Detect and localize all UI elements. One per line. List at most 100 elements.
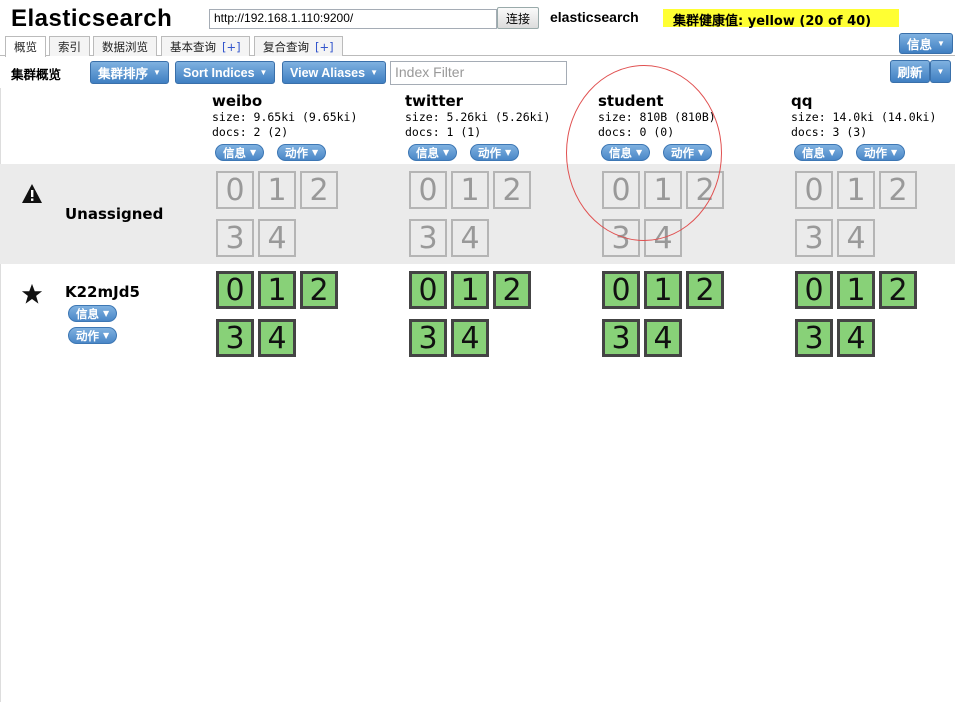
unassigned-shard[interactable]: 4 (451, 219, 489, 257)
button-label: 信息 (76, 306, 99, 321)
index-docs: docs: 0 (0) (598, 125, 675, 139)
cluster-health-badge: 集群健康值: yellow (20 of 40) (663, 9, 899, 29)
index-name: qq (791, 92, 813, 110)
index-header-weibo: weibo size: 9.65ki (9.65ki) docs: 2 (2) (212, 92, 402, 140)
primary-shard[interactable]: 4 (837, 319, 875, 357)
unassigned-shard[interactable]: 4 (258, 219, 296, 257)
primary-shard[interactable]: 3 (602, 319, 640, 357)
caret-down-icon: ▼ (259, 68, 268, 77)
unassigned-shard[interactable]: 3 (795, 219, 833, 257)
index-docs: docs: 1 (1) (405, 125, 482, 139)
button-label: 动作 (76, 328, 99, 343)
index-size: size: 810B (810B) (598, 110, 716, 124)
index-info-button[interactable]: 信息 ▼ (215, 144, 265, 161)
tab-label: 复合查询 (263, 40, 309, 54)
tab-add-query[interactable]: [+] (222, 40, 241, 54)
index-action-button[interactable]: 动作 ▼ (856, 144, 906, 161)
view-aliases-button[interactable]: View Aliases ▼ (282, 61, 386, 84)
caret-down-icon: ▼ (698, 148, 705, 157)
sort-cluster-button[interactable]: 集群排序 ▼ (90, 61, 169, 84)
unassigned-shard[interactable]: 3 (602, 219, 640, 257)
refresh-dropdown-button[interactable]: ▼ (930, 60, 951, 83)
primary-shard[interactable]: 3 (409, 319, 447, 357)
caret-down-icon: ▼ (250, 148, 257, 157)
node-action-button[interactable]: 动作 ▼ (68, 327, 118, 344)
index-action-button[interactable]: 动作 ▼ (663, 144, 713, 161)
unassigned-shard[interactable]: 4 (837, 219, 875, 257)
warning-icon (21, 183, 43, 210)
refresh-button[interactable]: 刷新 (890, 60, 930, 83)
index-action-button[interactable]: 动作 ▼ (277, 144, 327, 161)
unassigned-shard[interactable]: 2 (879, 171, 917, 209)
primary-shard[interactable]: 0 (409, 271, 447, 309)
tab-basic-query[interactable]: 基本查询 [+] (161, 36, 250, 56)
primary-shard[interactable]: 0 (602, 271, 640, 309)
index-info-button[interactable]: 信息 ▼ (601, 144, 651, 161)
info-menu-label: 信息 (907, 38, 933, 52)
index-docs: docs: 2 (2) (212, 125, 289, 139)
index-info-button[interactable]: 信息 ▼ (408, 144, 458, 161)
caret-down-icon: ▼ (103, 309, 110, 318)
button-label: 动作 (478, 145, 501, 160)
unassigned-shard[interactable]: 2 (300, 171, 338, 209)
unassigned-shard[interactable]: 0 (216, 171, 254, 209)
tab-browser[interactable]: 数据浏览 (93, 36, 157, 56)
tab-label: 数据浏览 (102, 40, 148, 54)
unassigned-shard[interactable]: 1 (837, 171, 875, 209)
unassigned-shard[interactable]: 3 (409, 219, 447, 257)
primary-shard[interactable]: 2 (879, 271, 917, 309)
primary-shard[interactable]: 2 (300, 271, 338, 309)
tab-compound-query[interactable]: 复合查询 [+] (254, 36, 343, 56)
unassigned-shard[interactable]: 0 (409, 171, 447, 209)
unassigned-shard[interactable]: 2 (493, 171, 531, 209)
index-filter-input[interactable]: Index Filter (390, 61, 567, 85)
caret-down-icon: ▼ (936, 67, 945, 76)
primary-shard[interactable]: 1 (258, 271, 296, 309)
tab-label: 索引 (58, 40, 81, 54)
caret-down-icon: ▼ (891, 148, 898, 157)
primary-shard[interactable]: 1 (451, 271, 489, 309)
button-label: 动作 (285, 145, 308, 160)
unassigned-shard[interactable]: 1 (451, 171, 489, 209)
primary-shard[interactable]: 2 (493, 271, 531, 309)
unassigned-label: Unassigned (65, 205, 164, 223)
unassigned-shard[interactable]: 2 (686, 171, 724, 209)
sort-indices-label: Sort Indices (183, 65, 255, 80)
unassigned-shard[interactable]: 0 (795, 171, 833, 209)
primary-shard[interactable]: 4 (258, 319, 296, 357)
primary-shard[interactable]: 1 (644, 271, 682, 309)
unassigned-shard[interactable]: 1 (258, 171, 296, 209)
url-input[interactable]: http://192.168.1.110:9200/ (209, 9, 497, 29)
button-label: 信息 (802, 145, 825, 160)
unassigned-shard[interactable]: 3 (216, 219, 254, 257)
star-icon (21, 283, 43, 310)
tab-indices[interactable]: 索引 (49, 36, 90, 56)
unassigned-shard[interactable]: 4 (644, 219, 682, 257)
index-action-button[interactable]: 动作 ▼ (470, 144, 520, 161)
index-size: size: 9.65ki (9.65ki) (212, 110, 358, 124)
unassigned-shard[interactable]: 1 (644, 171, 682, 209)
primary-shard[interactable]: 0 (795, 271, 833, 309)
primary-shard[interactable]: 0 (216, 271, 254, 309)
unassigned-shard[interactable]: 0 (602, 171, 640, 209)
tab-overview[interactable]: 概览 (5, 36, 46, 57)
caret-down-icon: ▼ (505, 148, 512, 157)
caret-down-icon: ▼ (153, 68, 161, 77)
primary-shard[interactable]: 2 (686, 271, 724, 309)
primary-shard[interactable]: 4 (451, 319, 489, 357)
primary-shard[interactable]: 4 (644, 319, 682, 357)
index-info-button[interactable]: 信息 ▼ (794, 144, 844, 161)
primary-shard[interactable]: 1 (837, 271, 875, 309)
refresh-label: 刷新 (897, 66, 923, 80)
button-label: 信息 (609, 145, 632, 160)
tab-add-query[interactable]: [+] (315, 40, 334, 54)
info-menu-button[interactable]: 信息 ▼ (899, 33, 953, 54)
node-info-button[interactable]: 信息 ▼ (68, 305, 118, 322)
primary-shard[interactable]: 3 (216, 319, 254, 357)
connect-button[interactable]: 连接 (497, 7, 539, 29)
caret-down-icon: ▼ (443, 148, 450, 157)
primary-shard[interactable]: 3 (795, 319, 833, 357)
caret-down-icon: ▼ (829, 148, 836, 157)
caret-down-icon: ▼ (636, 148, 643, 157)
sort-indices-button[interactable]: Sort Indices ▼ (175, 61, 276, 84)
